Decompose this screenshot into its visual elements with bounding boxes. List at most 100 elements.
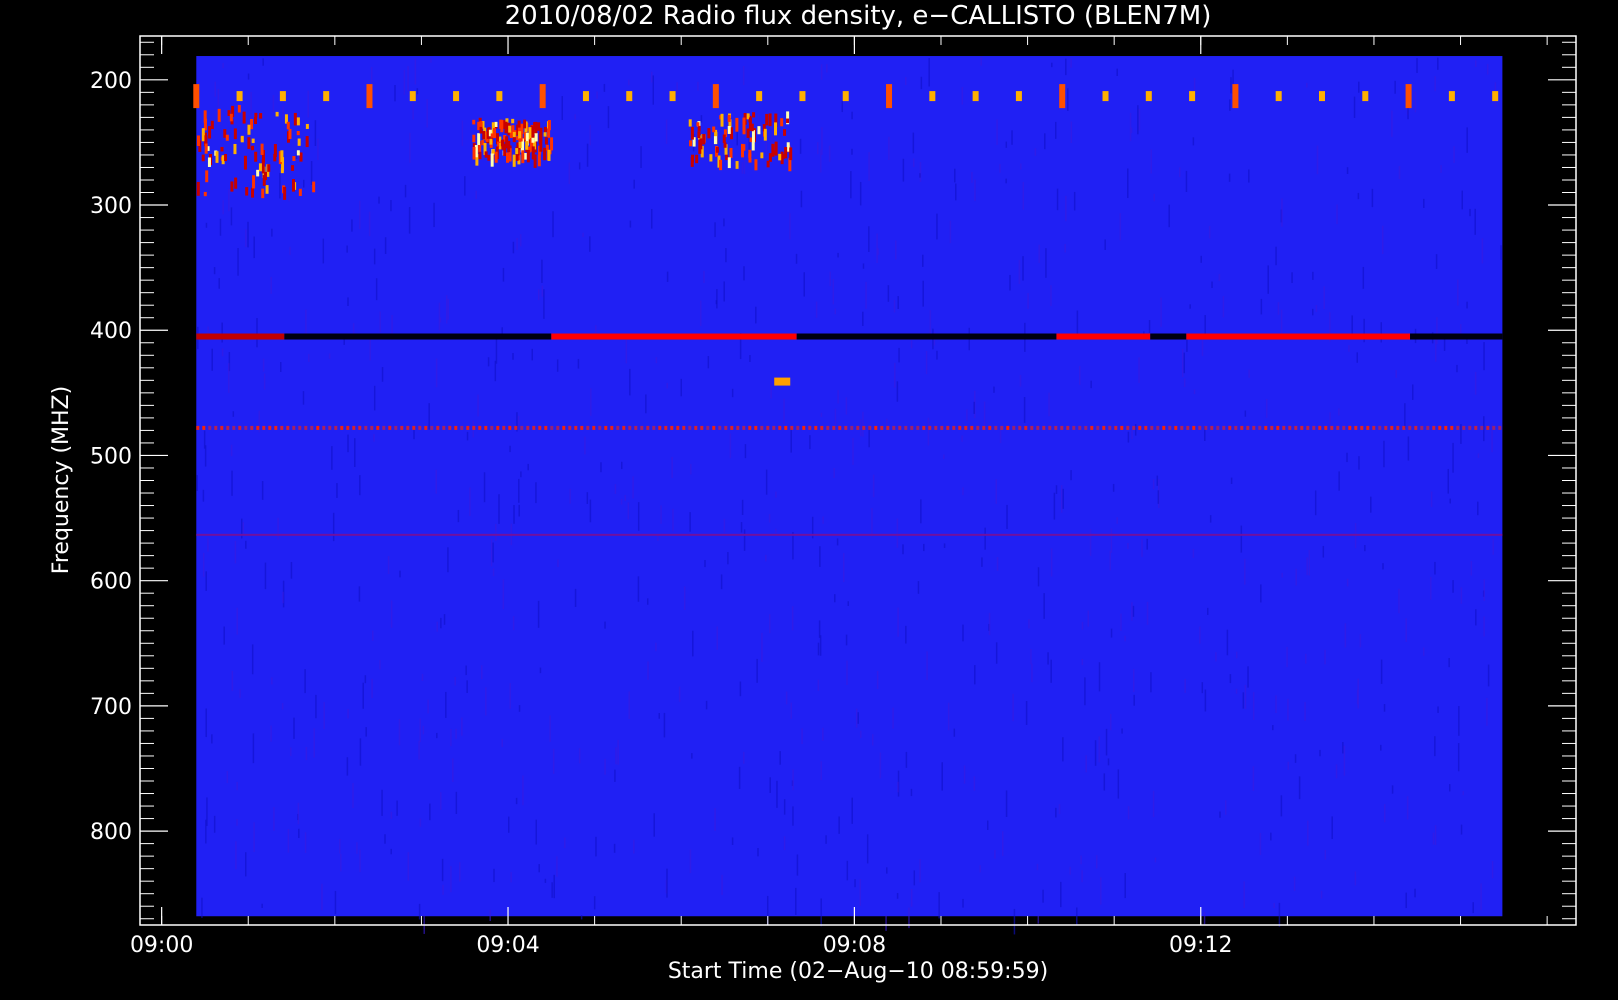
noise-streak: [586, 143, 589, 167]
burst-mark: [291, 165, 295, 171]
noise-streak: [846, 660, 848, 686]
noise-streak: [1429, 576, 1432, 600]
noise-streak: [549, 715, 551, 742]
noise-streak: [865, 281, 867, 309]
noise-streak: [544, 878, 547, 883]
dash-mark: [1204, 425, 1208, 430]
burst-mark: [472, 134, 476, 143]
dash-mark: [616, 425, 620, 430]
y-tick-label: 700: [90, 695, 132, 720]
noise-streak: [741, 162, 744, 174]
noise-streak: [1453, 146, 1455, 163]
noise-streak: [403, 69, 406, 95]
burst-mark: [702, 133, 706, 145]
burst-mark: [500, 139, 504, 147]
band-segment: [196, 333, 285, 340]
noise-streak: [207, 326, 209, 335]
noise-streak: [979, 865, 982, 873]
noise-streak: [552, 748, 555, 774]
dash-mark: [862, 425, 866, 430]
noise-streak: [647, 661, 649, 680]
noise-streak: [1200, 255, 1202, 263]
dash-mark: [304, 425, 308, 430]
noise-streak: [322, 238, 325, 264]
noise-streak: [531, 348, 534, 361]
noise-streak: [1304, 702, 1306, 721]
noise-streak: [815, 301, 818, 318]
noise-streak: [543, 289, 545, 319]
noise-streak: [1226, 629, 1229, 656]
dash-mark: [940, 425, 944, 430]
dash-mark: [472, 425, 476, 430]
noise-streak: [384, 834, 386, 844]
noise-streak: [1411, 384, 1414, 400]
burst-mark: [712, 126, 716, 133]
burst-mark: [531, 146, 535, 160]
noise-streak: [427, 699, 429, 714]
noise-streak: [1395, 370, 1397, 378]
interference-mark: [1015, 91, 1022, 102]
dash-mark: [694, 425, 698, 430]
noise-streak: [270, 276, 272, 294]
dash-mark: [1234, 425, 1238, 430]
band-segment: [796, 333, 1057, 340]
dash-mark: [382, 425, 386, 430]
noise-streak: [590, 388, 592, 416]
noise-streak: [253, 822, 255, 853]
noise-streak: [593, 896, 596, 910]
noise-streak: [228, 363, 230, 393]
burst-mark: [494, 151, 498, 163]
noise-streak: [1324, 649, 1326, 665]
noise-streak: [1295, 568, 1297, 586]
noise-streak: [1398, 166, 1401, 180]
noise-streak: [1070, 470, 1072, 481]
dash-mark: [982, 425, 986, 430]
burst-mark: [196, 135, 200, 146]
noise-streak: [1152, 479, 1155, 490]
noise-streak: [1192, 137, 1195, 146]
noise-streak: [904, 77, 907, 86]
noise-streak: [705, 700, 708, 710]
noise-streak: [683, 586, 686, 610]
noise-streak: [629, 368, 631, 396]
noise-streak: [461, 717, 463, 736]
noise-streak: [1034, 148, 1037, 156]
burst-mark: [280, 168, 284, 174]
noise-streak: [676, 82, 678, 94]
noise-streak: [1407, 436, 1410, 461]
burst-mark: [296, 150, 300, 156]
noise-streak: [1031, 663, 1033, 683]
burst-mark: [251, 145, 255, 151]
noise-streak: [354, 438, 356, 468]
dash-mark: [1270, 425, 1274, 430]
noise-streak: [1248, 369, 1250, 378]
noise-streak: [660, 505, 662, 524]
noise-streak: [936, 213, 938, 240]
noise-streak: [551, 882, 553, 898]
noise-streak: [743, 266, 745, 281]
noise-streak: [663, 712, 666, 738]
dash-mark: [1480, 425, 1484, 430]
noise-streak: [1270, 832, 1272, 841]
noise-streak: [1065, 58, 1067, 76]
noise-streak: [1020, 163, 1022, 170]
noise-streak: [372, 630, 374, 641]
noise-streak: [801, 728, 803, 744]
noise-streak: [466, 680, 468, 693]
noise-streak: [407, 852, 410, 881]
noise-streak: [1430, 491, 1433, 508]
noise-streak: [561, 96, 564, 120]
dash-mark: [1294, 425, 1298, 430]
noise-streak: [860, 419, 862, 437]
burst-mark: [789, 147, 793, 161]
burst-mark: [727, 126, 731, 134]
noise-streak: [795, 887, 797, 915]
noise-streak: [822, 516, 824, 524]
noise-streak: [230, 207, 233, 226]
burst-mark: [547, 149, 551, 161]
noise-streak: [1036, 863, 1039, 871]
noise-streak: [1435, 339, 1437, 362]
noise-streak: [1315, 305, 1318, 312]
noise-streak: [851, 111, 853, 120]
noise-streak: [247, 221, 249, 248]
